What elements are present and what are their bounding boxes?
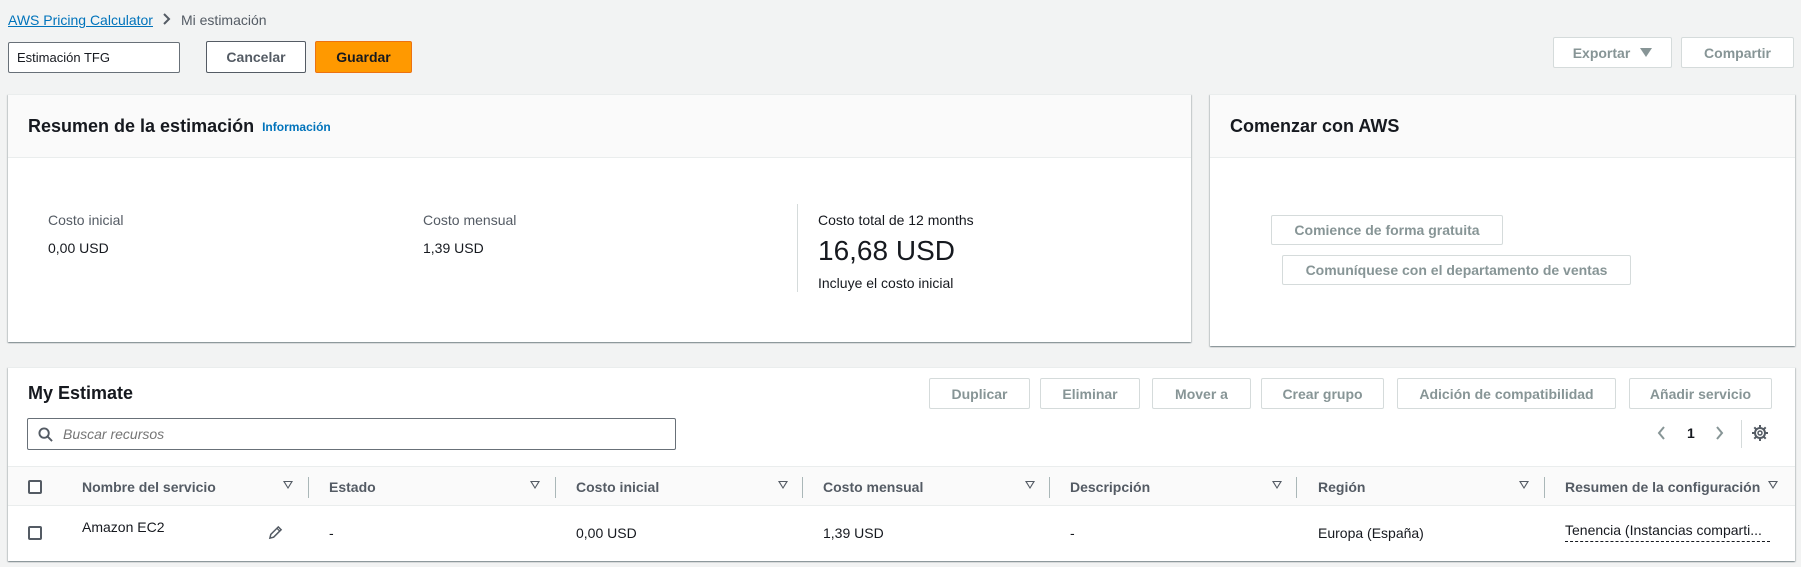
page-number[interactable]: 1: [1687, 425, 1695, 441]
chevron-right-icon: [163, 12, 171, 28]
chevron-left-icon[interactable]: [1657, 426, 1666, 440]
getting-started-panel: Comenzar con AWS Comience de forma gratu…: [1210, 94, 1795, 346]
start-free-button[interactable]: Comience de forma gratuita: [1271, 215, 1503, 245]
column-separator[interactable]: [1049, 477, 1050, 498]
add-service-button[interactable]: Añadir servicio: [1629, 378, 1772, 409]
column-header-description[interactable]: Descripción: [1070, 467, 1150, 507]
duplicate-button[interactable]: Duplicar: [929, 378, 1030, 409]
column-header-monthly[interactable]: Costo mensual: [823, 467, 923, 507]
table-header: Nombre del servicio Estado Costo inicial…: [8, 466, 1795, 506]
config-summary-value[interactable]: Tenencia (Instancias comparti...: [1565, 522, 1770, 542]
estimate-name-input[interactable]: [8, 42, 180, 73]
add-support-button[interactable]: Adición de compatibilidad: [1397, 378, 1616, 409]
service-name: Amazon EC2: [82, 519, 165, 535]
pagination-separator: [1741, 420, 1742, 448]
search-field[interactable]: [27, 418, 676, 450]
monthly-cost-value: 1,39 USD: [423, 240, 484, 256]
monthly-value: 1,39 USD: [823, 525, 884, 541]
upfront-cost-value: 0,00 USD: [48, 240, 109, 256]
sort-icon[interactable]: [530, 481, 540, 489]
caret-down-icon: [1640, 48, 1653, 57]
row-checkbox[interactable]: [28, 526, 42, 540]
save-button[interactable]: Guardar: [315, 41, 412, 73]
chevron-right-icon[interactable]: [1715, 426, 1724, 440]
export-button[interactable]: Exportar: [1553, 37, 1672, 68]
table-row[interactable]: Amazon EC2 - 0,00 USD 1,39 USD - Europa …: [8, 506, 1795, 560]
move-to-button[interactable]: Mover a: [1152, 378, 1251, 409]
sort-icon[interactable]: [283, 481, 293, 489]
delete-button[interactable]: Eliminar: [1040, 378, 1140, 409]
total-cost-note: Incluye el costo inicial: [818, 275, 954, 291]
getting-started-header: Comenzar con AWS: [1210, 95, 1795, 158]
total-cost-value: 16,68 USD: [818, 235, 955, 266]
column-header-status[interactable]: Estado: [329, 467, 376, 507]
select-all-checkbox[interactable]: [28, 480, 42, 494]
column-header-config[interactable]: Resumen de la configuración: [1565, 467, 1760, 507]
upfront-value: 0,00 USD: [576, 525, 637, 541]
column-separator[interactable]: [1544, 477, 1545, 498]
estimate-summary-panel: Resumen de la estimación Información Cos…: [8, 94, 1191, 342]
sort-icon[interactable]: [778, 481, 788, 489]
column-separator[interactable]: [308, 477, 309, 498]
column-separator[interactable]: [1296, 477, 1297, 498]
gear-icon[interactable]: [1752, 425, 1768, 441]
export-label: Exportar: [1572, 44, 1631, 61]
summary-divider: [797, 204, 798, 292]
column-header-upfront[interactable]: Costo inicial: [576, 467, 659, 507]
search-input[interactable]: [63, 426, 623, 442]
sort-icon[interactable]: [1025, 481, 1035, 489]
share-button[interactable]: Compartir: [1681, 37, 1794, 68]
status-value: -: [329, 525, 334, 541]
column-separator[interactable]: [802, 477, 803, 498]
cancel-button[interactable]: Cancelar: [206, 41, 306, 73]
breadcrumb-current: Mi estimación: [180, 12, 267, 28]
sort-icon[interactable]: [1519, 481, 1529, 489]
column-separator[interactable]: [555, 477, 556, 498]
monthly-cost-label: Costo mensual: [423, 212, 517, 228]
description-value: -: [1070, 525, 1075, 541]
breadcrumb-root-link[interactable]: AWS Pricing Calculator: [8, 12, 153, 28]
total-cost-label: Costo total de 12 months: [818, 212, 974, 228]
getting-started-title: Comenzar con AWS: [1230, 115, 1400, 136]
column-header-region[interactable]: Región: [1318, 467, 1365, 507]
create-group-button[interactable]: Crear grupo: [1261, 378, 1384, 409]
sort-icon[interactable]: [1768, 481, 1778, 489]
sort-icon[interactable]: [1272, 481, 1282, 489]
my-estimate-title: My Estimate: [28, 383, 134, 403]
region-value: Europa (España): [1318, 525, 1424, 541]
breadcrumb: AWS Pricing Calculator Mi estimación: [8, 12, 267, 28]
search-icon: [38, 426, 53, 442]
pencil-icon[interactable]: [268, 525, 283, 540]
column-header-service[interactable]: Nombre del servicio: [82, 467, 216, 507]
summary-header: Resumen de la estimación Información: [8, 95, 1191, 158]
upfront-cost-label: Costo inicial: [48, 212, 124, 228]
summary-title: Resumen de la estimación: [28, 115, 255, 136]
contact-sales-button[interactable]: Comuníquese con el departamento de venta…: [1282, 255, 1631, 285]
info-link[interactable]: Información: [262, 120, 331, 134]
